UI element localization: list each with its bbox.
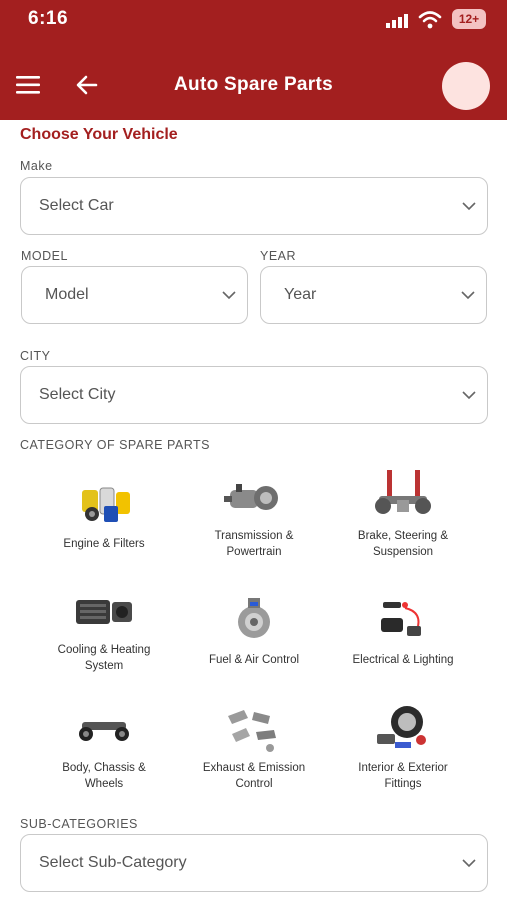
city-label: CITY (20, 349, 51, 363)
make-label: Make (20, 159, 53, 173)
top-bar: 6:16 12+ Auto Spare Parts (0, 0, 507, 120)
category-electrical-lighting[interactable]: Electrical & Lighting (329, 596, 477, 704)
chevron-down-icon (222, 291, 236, 300)
cellular-signal-icon (386, 14, 408, 28)
status-bar: 6:16 12+ (0, 8, 507, 34)
category-exhaust-emission[interactable]: Exhaust & Emission Control (180, 706, 328, 814)
category-label: Electrical & Lighting (352, 654, 454, 666)
make-select-value: Select Car (39, 197, 114, 214)
make-select[interactable]: Select Car (20, 177, 488, 235)
category-engine-filters[interactable]: Engine & Filters (30, 482, 178, 590)
model-label: MODEL (21, 249, 68, 263)
city-select[interactable]: Select City (20, 366, 488, 424)
suspension-icon (375, 470, 431, 514)
cooling-heating-icon (76, 600, 132, 624)
category-cooling-heating[interactable]: Cooling & Heating System (30, 594, 178, 702)
transmission-icon (224, 484, 278, 510)
category-label: Interior & Exterior Fittings (358, 762, 448, 790)
avatar[interactable] (442, 62, 490, 110)
category-label: Body, Chassis & Wheels (62, 762, 146, 790)
category-transmission-powertrain[interactable]: Transmission & Powertrain (180, 474, 328, 582)
choose-vehicle-heading: Choose Your Vehicle (20, 126, 178, 143)
category-body-chassis-wheels[interactable]: Body, Chassis & Wheels (30, 708, 178, 816)
subcategory-label: SUB-CATEGORIES (20, 817, 138, 831)
interior-exterior-icon (377, 706, 426, 748)
category-label: Transmission & Powertrain (214, 530, 294, 558)
app-bar: Auto Spare Parts (0, 56, 507, 116)
chevron-down-icon (462, 202, 476, 211)
battery-indicator: 12+ (452, 9, 486, 29)
fuel-air-icon (238, 598, 270, 638)
year-label: YEAR (260, 249, 297, 263)
year-select[interactable]: Year (260, 266, 487, 324)
status-time: 6:16 (28, 8, 69, 29)
category-label: Engine & Filters (63, 538, 145, 550)
electrical-lighting-icon (381, 602, 421, 636)
engine-filters-icon (82, 487, 130, 522)
exhaust-icon (228, 710, 276, 752)
chevron-down-icon (461, 291, 475, 300)
subcategory-select[interactable]: Select Sub-Category (20, 834, 488, 892)
city-select-value: Select City (39, 386, 116, 403)
category-label: Exhaust & Emission Control (202, 762, 306, 790)
category-brake-steering-suspension[interactable]: Brake, Steering & Suspension (329, 470, 477, 578)
category-fuel-air-control[interactable]: Fuel & Air Control (180, 596, 328, 704)
year-select-value: Year (284, 286, 317, 303)
chassis-icon (79, 722, 129, 741)
chevron-down-icon (462, 391, 476, 400)
category-interior-exterior[interactable]: Interior & Exterior Fittings (329, 702, 477, 810)
category-label: Brake, Steering & Suspension (357, 530, 449, 558)
chevron-down-icon (462, 859, 476, 868)
model-select[interactable]: Model (21, 266, 248, 324)
categories-heading: CATEGORY OF SPARE PARTS (20, 438, 211, 452)
wifi-icon (418, 11, 442, 29)
page-title: Auto Spare Parts (174, 74, 333, 95)
model-select-value: Model (45, 286, 89, 303)
category-label: Cooling & Heating System (57, 644, 151, 672)
subcategory-select-value: Select Sub-Category (39, 854, 187, 871)
category-label: Fuel & Air Control (208, 654, 300, 666)
